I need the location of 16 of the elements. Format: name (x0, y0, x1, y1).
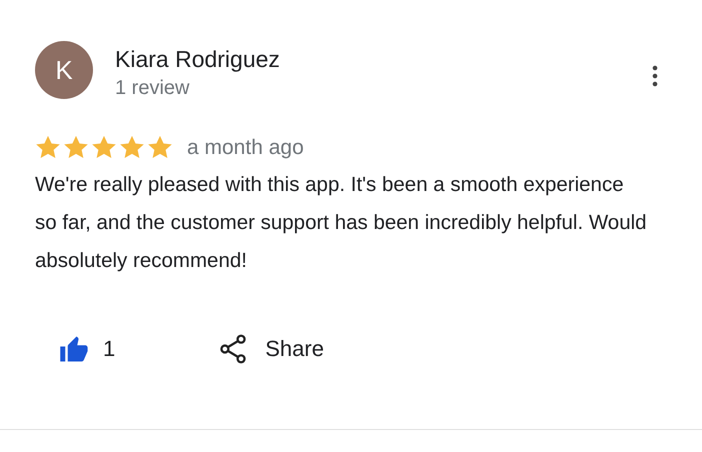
star-icon (147, 135, 173, 160)
review-count: 1 review (115, 76, 190, 101)
like-count: 1 (103, 336, 116, 362)
review-time: a month ago (187, 136, 304, 160)
avatar: K (35, 41, 93, 99)
reviewer-name[interactable]: Kiara Rodriguez (115, 44, 280, 74)
star-icon (35, 135, 61, 160)
star-icon (119, 135, 145, 160)
star-icon (91, 135, 117, 160)
star-icon (63, 135, 89, 160)
review-text: We're really pleased with this app. It's been a smooth experience so far, and the customer support has been incredibly helpful. Would absolutely recommend! (35, 172, 647, 274)
more-icon (652, 65, 658, 87)
like-button[interactable]: 1 (55, 331, 120, 367)
share-icon (219, 334, 248, 364)
thumbs-up-icon (59, 335, 89, 363)
share-button[interactable]: Share (215, 330, 328, 368)
